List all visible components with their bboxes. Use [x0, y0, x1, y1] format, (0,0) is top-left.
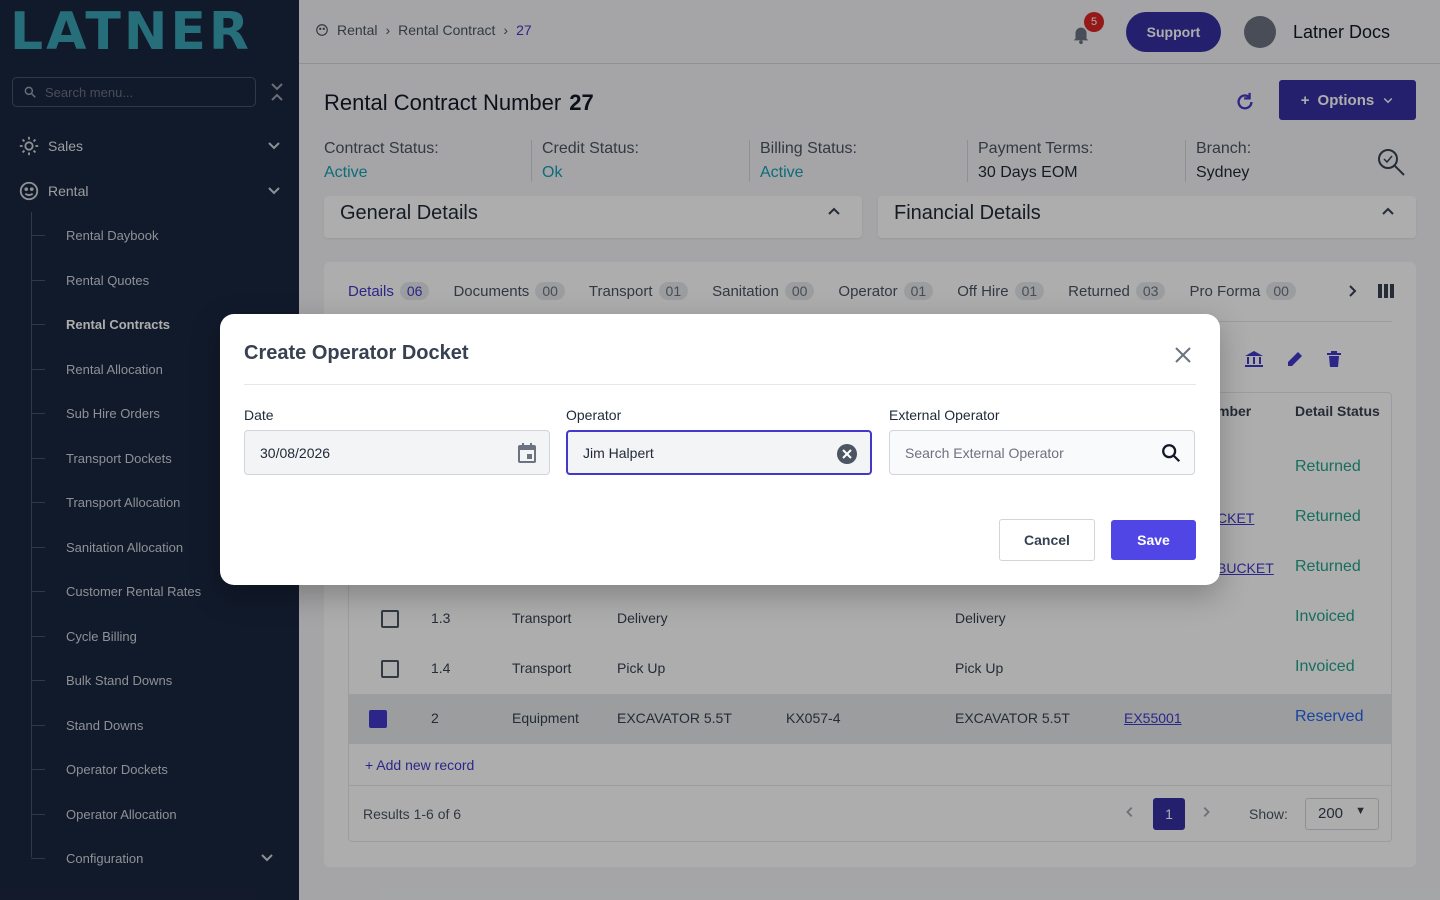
external-operator-label: External Operator [889, 407, 1000, 423]
operator-value: Jim Halpert [583, 444, 654, 461]
dialog-title: Create Operator Docket [244, 342, 469, 364]
search-icon[interactable] [1160, 442, 1182, 464]
operator-field[interactable]: Jim Halpert [566, 430, 872, 475]
date-label: Date [244, 407, 274, 423]
external-operator-field[interactable]: Search External Operator [889, 430, 1195, 475]
close-icon[interactable] [1172, 344, 1194, 366]
date-value: 30/08/2026 [260, 444, 331, 461]
clear-icon[interactable] [836, 443, 858, 465]
cancel-button[interactable]: Cancel [999, 519, 1095, 561]
dialog-divider [244, 384, 1196, 385]
date-field[interactable]: 30/08/2026 [244, 430, 550, 475]
calendar-icon[interactable] [517, 442, 537, 464]
create-operator-docket-dialog: Create Operator Docket Date 30/08/2026 O… [220, 314, 1220, 585]
save-button[interactable]: Save [1111, 520, 1196, 560]
operator-label: Operator [566, 407, 622, 423]
external-operator-placeholder: Search External Operator [905, 444, 1064, 461]
